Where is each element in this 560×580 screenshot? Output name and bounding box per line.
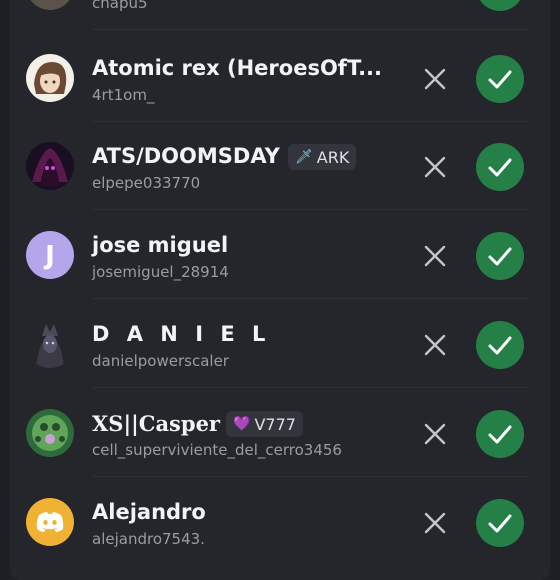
decline-button[interactable] [422,421,448,447]
username: alejandro7543. [92,530,205,548]
accept-button[interactable] [476,55,524,103]
accept-button[interactable] [476,410,524,458]
close-icon [424,68,446,90]
username: 4rt1om_ [92,86,155,104]
close-icon [424,245,446,267]
display-name: ATS/DOOMSDAY [92,144,280,168]
close-icon [424,334,446,356]
guild-tag-label: V777 [254,414,296,434]
display-name: jose miguel [92,233,229,257]
avatar[interactable]: J [26,231,74,279]
close-icon [424,156,446,178]
avatar[interactable] [26,54,74,102]
guild-tag-label: ARK [316,147,350,167]
row-divider [92,387,530,388]
friend-request-row[interactable]: Atomic rex (HeroesOfT... 4rt1om_ [10,34,550,122]
decline-button[interactable] [422,243,448,269]
friend-request-row[interactable]: D A N I E L danielpowerscaler [10,300,550,388]
checkmark-icon [488,247,512,266]
close-icon [424,423,446,445]
accept-button[interactable] [476,321,524,369]
friend-request-row[interactable]: ATS/DOOMSDAY 🗡 ARK elpepe033770 [10,122,550,210]
row-divider [92,298,530,299]
accept-button[interactable] [476,232,524,280]
sword-icon: 🗡 [295,149,313,165]
avatar[interactable] [26,0,74,10]
close-icon [424,512,446,534]
friend-request-row[interactable]: XS||Casper 💜 V777 cell_superviviente_del… [10,389,550,477]
decline-button[interactable] [422,154,448,180]
decline-button[interactable] [422,510,448,536]
accept-button[interactable] [476,0,524,11]
checkmark-icon [488,514,512,533]
row-divider [92,476,530,477]
avatar-letter: J [43,241,55,271]
display-name: XS||Casper [92,411,220,436]
accept-button[interactable] [476,499,524,547]
username: elpepe033770 [92,174,201,192]
guild-tag: 🗡 ARK [288,144,357,170]
row-divider [92,209,530,210]
username: chapu5 [92,0,148,12]
checkmark-icon [488,336,512,355]
checkmark-icon [488,70,512,89]
decline-button[interactable] [422,66,448,92]
friend-request-row[interactable]: chapu5 [10,0,550,30]
avatar[interactable] [26,142,74,190]
username: cell_superviviente_del_cerro3456 [92,441,342,459]
friend-request-row[interactable]: Alejandro alejandro7543. [10,478,550,566]
accept-button[interactable] [476,143,524,191]
avatar[interactable] [26,498,74,546]
decline-button[interactable] [422,332,448,358]
avatar[interactable] [26,320,74,368]
checkmark-icon [476,0,524,11]
avatar[interactable] [26,409,74,457]
username: josemiguel_28914 [92,263,229,281]
display-name: D A N I E L [92,322,271,346]
checkmark-icon [488,158,512,177]
row-divider [92,29,530,30]
display-name: Atomic rex (HeroesOfT... [92,56,383,80]
username: danielpowerscaler [92,352,229,370]
friend-request-row[interactable]: J jose miguel josemiguel_28914 [10,211,550,299]
heart-gem-icon: 💜 [233,416,251,432]
checkmark-icon [488,425,512,444]
guild-tag: 💜 V777 [226,411,303,437]
display-name: Alejandro [92,500,206,524]
discord-logo-icon [36,512,64,532]
